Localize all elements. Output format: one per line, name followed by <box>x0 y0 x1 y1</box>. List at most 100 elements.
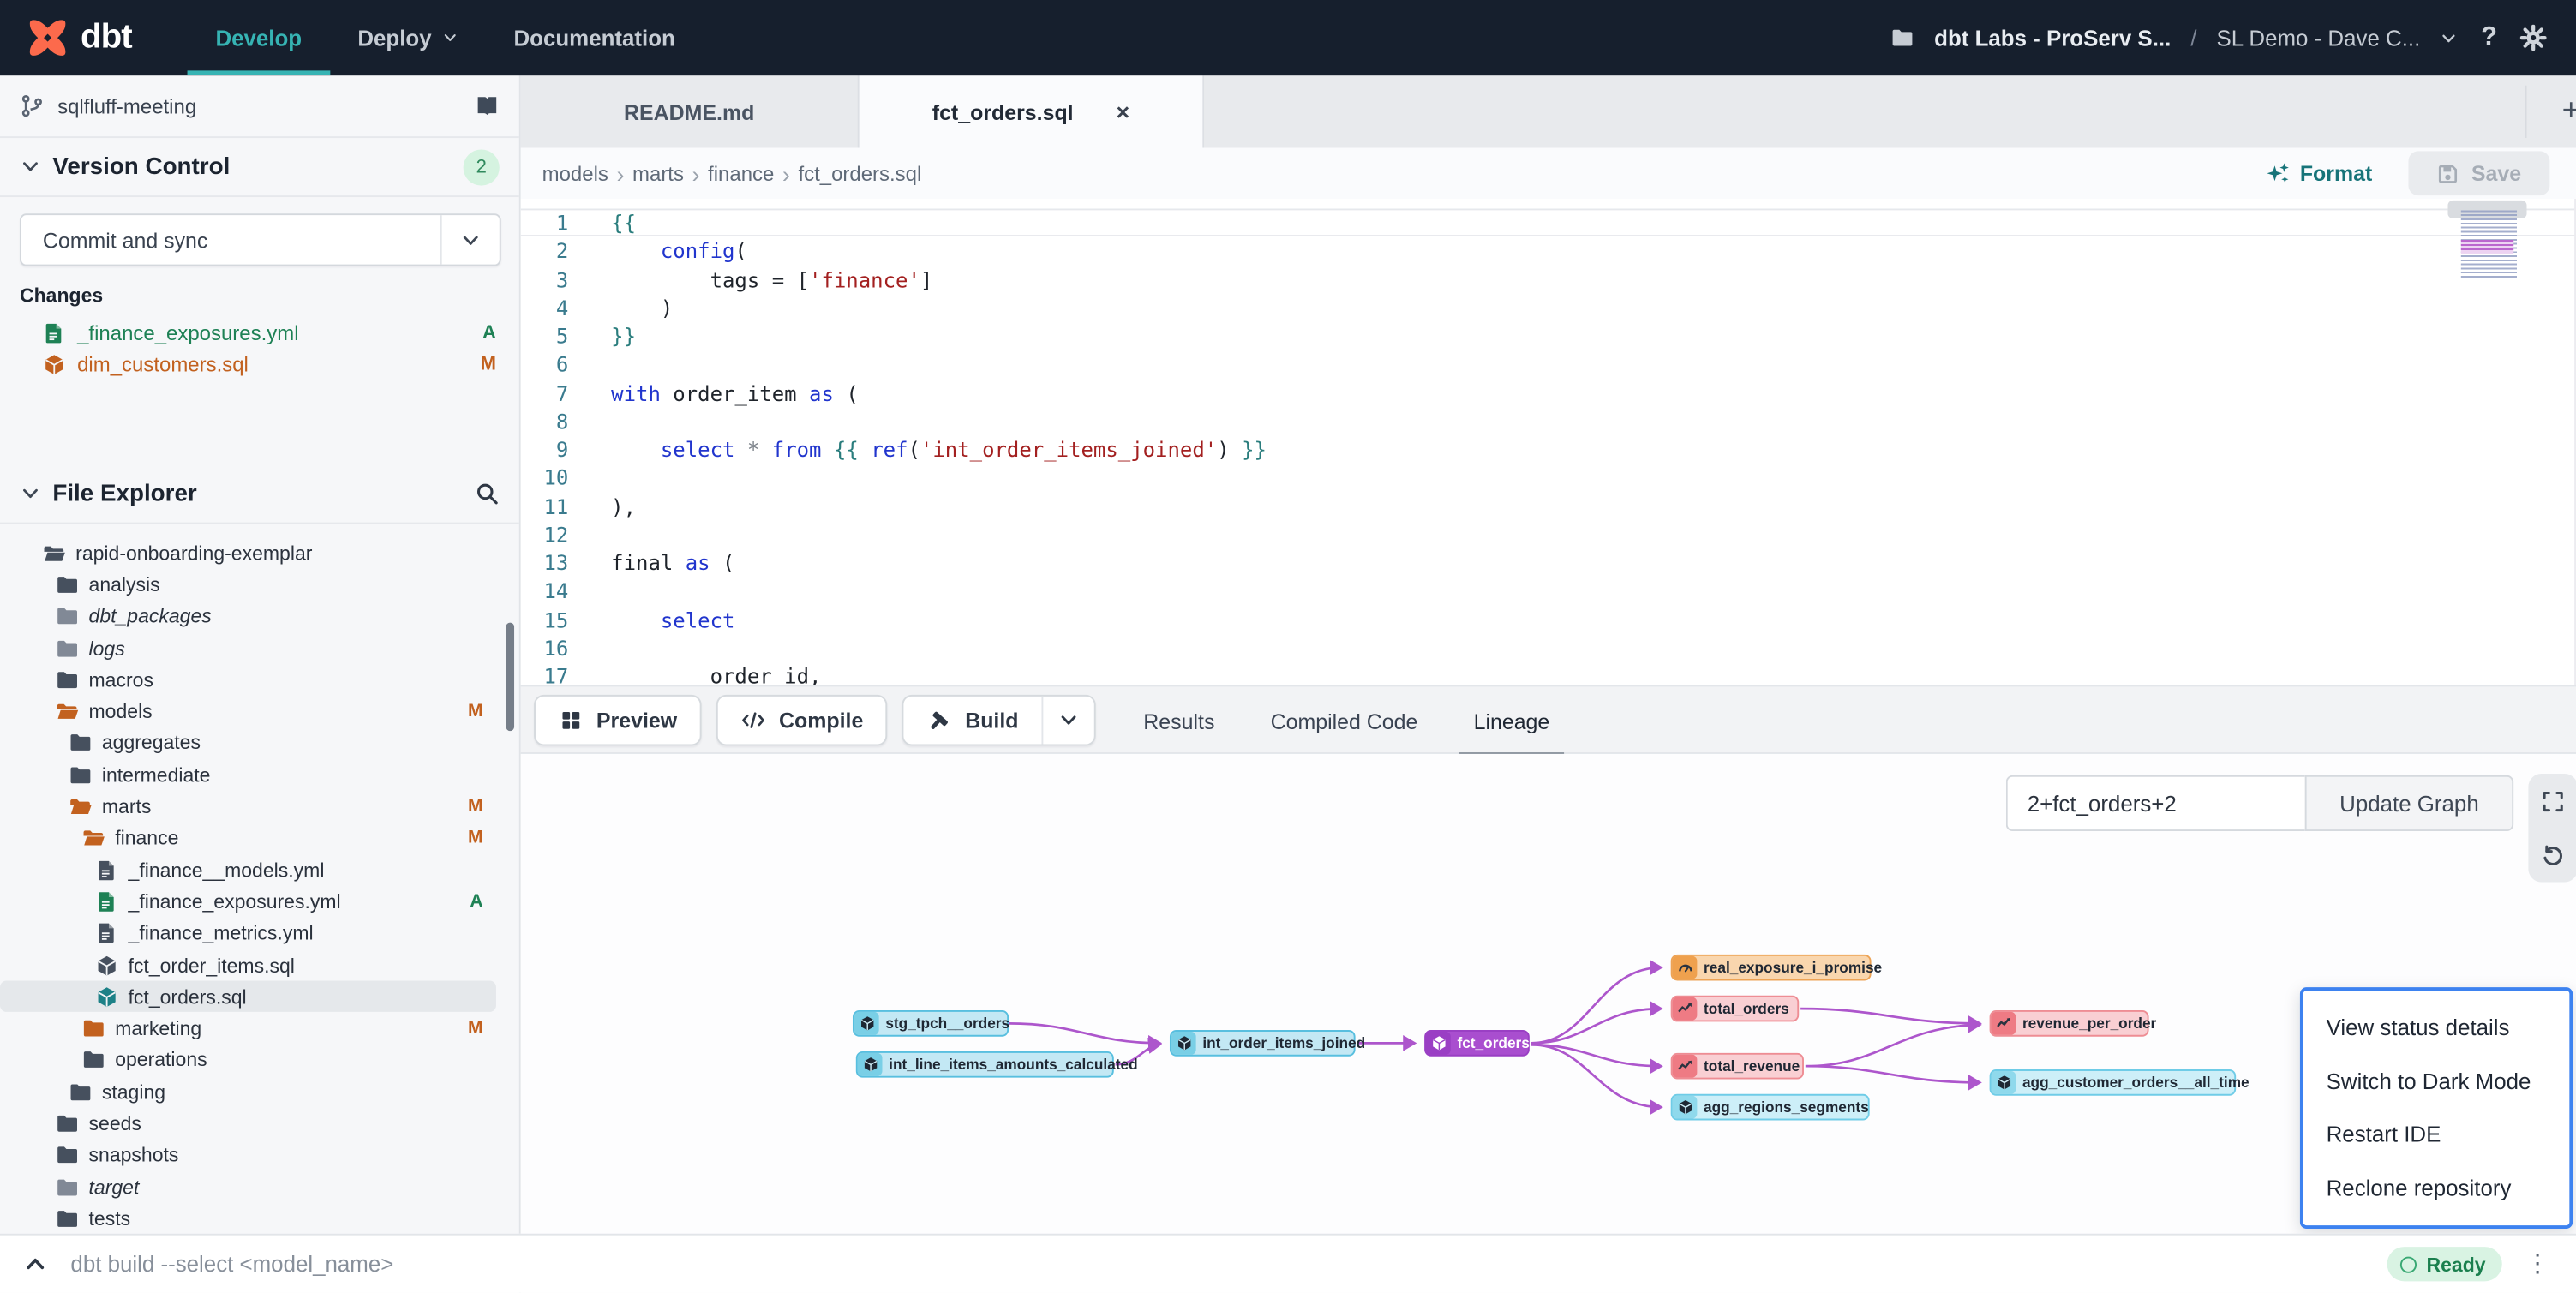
code-line[interactable]: 16 <box>521 634 2576 662</box>
docs-book-icon[interactable] <box>475 93 500 118</box>
tree-item-marts[interactable]: martsM <box>0 791 496 823</box>
tree-item-target[interactable]: target <box>0 1171 496 1203</box>
tree-item-finance-exposures-yml[interactable]: _finance_exposures.ymlA <box>0 886 496 918</box>
nav-develop[interactable]: Develop <box>188 0 330 75</box>
tree-item-snapshots[interactable]: snapshots <box>0 1140 496 1171</box>
lineage-node-int-order-items-joined[interactable]: int_order_items_joined <box>1170 1030 1356 1057</box>
code-line[interactable]: 6 <box>521 350 2576 379</box>
breadcrumb-item[interactable]: finance <box>708 162 774 185</box>
lineage-node-total-orders[interactable]: total_orders <box>1671 996 1800 1022</box>
tree-item-macros[interactable]: macros <box>0 664 496 696</box>
tab-compiled-code[interactable]: Compiled Code <box>1243 686 1446 756</box>
code-line[interactable]: 3 tags = ['finance'] <box>521 266 2576 294</box>
new-tab-button[interactable]: + <box>2538 75 2576 147</box>
changed-file-row[interactable]: dim_customers.sql M <box>0 348 519 379</box>
code-line[interactable]: 9 select * from {{ ref('int_order_items_… <box>521 435 2576 464</box>
tree-item-finance[interactable]: financeM <box>0 823 496 854</box>
tree-item-staging[interactable]: staging <box>0 1076 496 1108</box>
dbt-command-input[interactable] <box>68 1250 2387 1278</box>
compile-button[interactable]: Compile <box>716 695 888 745</box>
save-button[interactable]: Save <box>2408 151 2549 195</box>
code-line[interactable]: 5}} <box>521 322 2576 350</box>
code-line[interactable]: 8 <box>521 407 2576 435</box>
menu-item-restart-ide[interactable]: Restart IDE <box>2303 1122 2570 1147</box>
code-line[interactable]: 14 <box>521 577 2576 605</box>
tree-item-finance-models-yml[interactable]: _finance__models.yml <box>0 854 496 886</box>
tree-item-operations[interactable]: operations <box>0 1045 496 1076</box>
code-line[interactable]: 2 config( <box>521 237 2576 266</box>
breadcrumb-item[interactable]: marts <box>632 162 684 185</box>
gear-icon[interactable] <box>2520 25 2547 51</box>
nav-deploy[interactable]: Deploy <box>330 0 486 75</box>
tree-item-dbt-packages[interactable]: dbt_packages <box>0 601 496 632</box>
build-button[interactable]: Build <box>904 697 1041 745</box>
nav-documentation[interactable]: Documentation <box>486 0 704 75</box>
code-line[interactable]: 1{{ <box>521 208 2576 236</box>
menu-item-switch-dark-mode[interactable]: Switch to Dark Mode <box>2303 1069 2570 1093</box>
tab-readme[interactable]: README.md <box>521 75 860 147</box>
reset-graph-icon[interactable] <box>2533 835 2573 875</box>
code-line[interactable]: 7with order_item as ( <box>521 379 2576 407</box>
lineage-node-agg-customer-orders[interactable]: agg_customer_orders__all_time <box>1990 1069 2237 1096</box>
chevron-up-icon[interactable] <box>23 1252 48 1277</box>
tree-item-intermediate[interactable]: intermediate <box>0 759 496 791</box>
lineage-node-real-exposure[interactable]: real_exposure_i_promise <box>1671 955 1872 981</box>
menu-item-view-status-details[interactable]: View status details <box>2303 1015 2570 1040</box>
format-button[interactable]: Format <box>2266 161 2373 186</box>
tab-results[interactable]: Results <box>1116 686 1243 756</box>
status-badge[interactable]: Ready <box>2387 1247 2501 1281</box>
git-branch-row[interactable]: sqlfluff-meeting <box>0 75 519 138</box>
lineage-node-int-line-items[interactable]: int_line_items_amounts_calculated <box>856 1051 1114 1078</box>
commit-options-caret[interactable] <box>440 215 500 265</box>
tree-item-tests[interactable]: tests <box>0 1203 496 1235</box>
dbt-logo[interactable]: dbt <box>27 16 132 59</box>
code-line[interactable]: 15 select <box>521 605 2576 633</box>
tree-item-models[interactable]: modelsM <box>0 696 496 727</box>
code-line[interactable]: 11), <box>521 492 2576 520</box>
tree-item-marketing[interactable]: marketingM <box>0 1013 496 1045</box>
project-selector[interactable]: SL Demo - Dave C... <box>2216 26 2420 51</box>
tree-item-fct-orders[interactable]: fct_orders.sql <box>0 981 496 1013</box>
breadcrumb-item[interactable]: models <box>542 162 608 185</box>
kebab-menu-icon[interactable]: ⋮ <box>2525 1252 2550 1277</box>
tab-fct-orders[interactable]: fct_orders.sql × <box>860 75 1205 147</box>
code-line[interactable]: 17 order_id, <box>521 662 2576 685</box>
commit-and-sync-button[interactable]: Commit and sync <box>20 213 501 266</box>
menu-item-reclone-repository[interactable]: Reclone repository <box>2303 1176 2570 1201</box>
chevron-down-icon <box>441 30 458 46</box>
tree-item-analysis[interactable]: analysis <box>0 569 496 601</box>
tree-item-fct-order-items[interactable]: fct_order_items.sql <box>0 949 496 981</box>
lineage-node-total-revenue[interactable]: total_revenue <box>1671 1053 1804 1080</box>
lineage-selector-input[interactable] <box>2006 775 2305 831</box>
account-name[interactable]: dbt Labs - ProServ S... <box>1934 26 2171 51</box>
tree-item-aggregates[interactable]: aggregates <box>0 727 496 759</box>
changed-file-row[interactable]: _finance_exposures.yml A <box>0 317 519 348</box>
tree-item-logs[interactable]: logs <box>0 632 496 664</box>
lineage-node-agg-regions-segments[interactable]: agg_regions_segments <box>1671 1094 1870 1121</box>
lineage-node-fct-orders[interactable]: fct_orders <box>1424 1030 1530 1057</box>
code-line[interactable]: 4 ) <box>521 294 2576 322</box>
update-graph-button[interactable]: Update Graph <box>2305 775 2513 831</box>
tree-item-seeds[interactable]: seeds <box>0 1108 496 1140</box>
file-explorer-header[interactable]: File Explorer <box>0 465 519 524</box>
breadcrumb-item[interactable]: fct_orders.sql <box>798 162 921 185</box>
version-control-header[interactable]: Version Control 2 <box>0 138 519 197</box>
tree-item-finance-metrics-yml[interactable]: _finance_metrics.yml <box>0 918 496 949</box>
help-icon[interactable]: ? <box>2477 23 2500 53</box>
code-editor[interactable]: 1{{2 config(3 tags = ['finance']4 )5}}67… <box>521 199 2576 685</box>
breadcrumb-separator: › <box>782 160 790 187</box>
tab-lineage[interactable]: Lineage <box>1446 686 1578 756</box>
search-icon[interactable] <box>475 482 500 506</box>
close-tab-icon[interactable]: × <box>1116 99 1129 125</box>
fullscreen-icon[interactable] <box>2533 781 2573 821</box>
code-line[interactable]: 10 <box>521 464 2576 492</box>
code-line[interactable]: 12 <box>521 520 2576 548</box>
build-options-caret[interactable] <box>1041 697 1093 745</box>
tree-item-project-root[interactable]: rapid-onboarding-exemplar <box>0 537 496 569</box>
lineage-node-stg-tpch-orders[interactable]: stg_tpch__orders <box>853 1010 1009 1037</box>
sidebar-scrollbar[interactable] <box>506 623 514 732</box>
lineage-node-revenue-per-order[interactable]: revenue_per_order <box>1990 1010 2149 1037</box>
preview-button[interactable]: Preview <box>534 695 702 745</box>
code-line[interactable]: 13final as ( <box>521 548 2576 577</box>
chevron-down-icon[interactable] <box>2440 29 2458 47</box>
